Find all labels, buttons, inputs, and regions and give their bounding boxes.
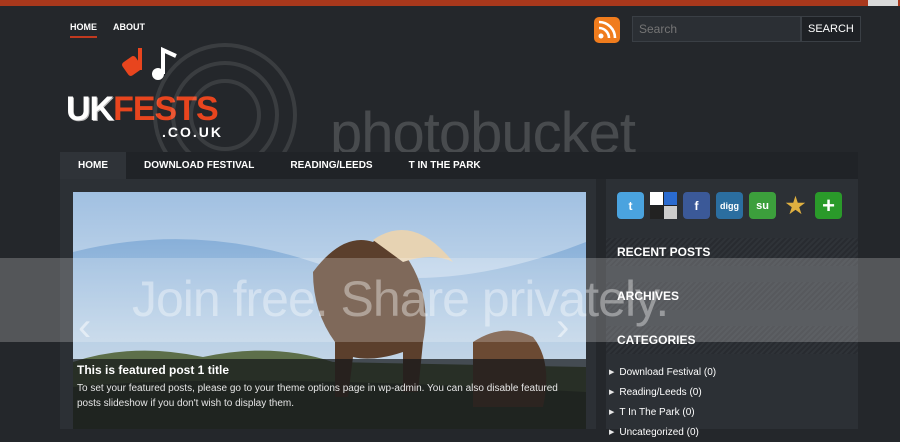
search-button[interactable]: SEARCH (801, 16, 861, 42)
top-nav-about[interactable]: ABOUT (113, 22, 145, 38)
category-item-reading-leeds[interactable]: Reading/Leeds (0) (609, 382, 716, 402)
twitter-icon[interactable]: t (617, 192, 644, 219)
social-icons: t f digg su ★ + (617, 192, 842, 219)
main-nav-download-festival[interactable]: DOWNLOAD FESTIVAL (126, 152, 272, 179)
main-nav-t-in-the-park[interactable]: T IN THE PARK (391, 152, 499, 179)
category-list: Download Festival (0) Reading/Leeds (0) … (609, 362, 716, 442)
add-plus-icon[interactable]: + (815, 192, 842, 219)
digg-icon[interactable]: digg (716, 192, 743, 219)
search-form: SEARCH (632, 16, 861, 42)
main-nav-home[interactable]: HOME (60, 152, 126, 179)
main-nav: HOME DOWNLOAD FESTIVAL READING/LEEDS T I… (60, 152, 858, 179)
rss-icon[interactable] (594, 17, 620, 43)
facebook-icon[interactable]: f (683, 192, 710, 219)
top-nav: HOME ABOUT (70, 22, 145, 38)
top-accent-bar (0, 0, 900, 6)
main-nav-reading-leeds[interactable]: READING/LEEDS (272, 152, 390, 179)
search-input[interactable] (632, 16, 801, 42)
top-nav-home[interactable]: HOME (70, 22, 97, 38)
category-item-download-festival[interactable]: Download Festival (0) (609, 362, 716, 382)
slide-text: To set your featured posts, please go to… (77, 383, 558, 409)
category-item-t-in-the-park[interactable]: T In The Park (0) (609, 402, 716, 422)
category-item-uncategorized[interactable]: Uncategorized (0) (609, 422, 716, 442)
slide-title[interactable]: This is featured post 1 title (77, 363, 229, 377)
stumbleupon-icon[interactable]: su (749, 192, 776, 219)
watermark-text: Join free. Share privately. (132, 271, 669, 327)
favorite-star-icon[interactable]: ★ (782, 192, 809, 219)
top-right-box (868, 0, 898, 6)
delicious-icon[interactable] (650, 192, 677, 219)
